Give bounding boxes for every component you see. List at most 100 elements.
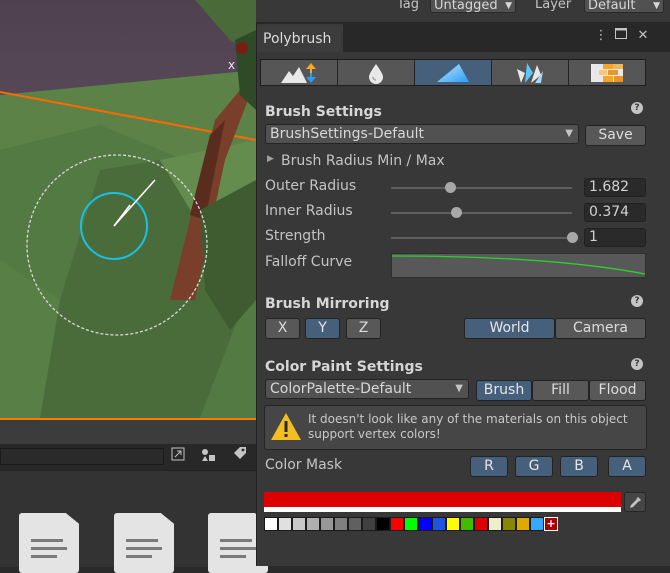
mode-tab-scatter-prefabs[interactable] bbox=[492, 60, 569, 85]
palette-swatch[interactable] bbox=[348, 517, 362, 531]
filter-by-label-icon[interactable] bbox=[230, 447, 250, 467]
chevron-down-icon: ▼ bbox=[653, 1, 660, 11]
mode-toolbar bbox=[260, 59, 646, 86]
palette-swatch[interactable] bbox=[306, 517, 320, 531]
mirror-camera-button[interactable]: Camera bbox=[555, 318, 646, 339]
palette-swatch[interactable] bbox=[474, 517, 488, 531]
inner-radius-slider-handle[interactable] bbox=[450, 207, 462, 218]
mirror-z-button[interactable]: Z bbox=[346, 318, 381, 339]
layer-label: Layer bbox=[535, 0, 572, 12]
palette-swatch[interactable] bbox=[432, 517, 446, 531]
falloff-curve-graph bbox=[391, 255, 646, 275]
mode-tab-smooth[interactable] bbox=[338, 60, 415, 85]
mode-tab-paint-vertex-colors[interactable] bbox=[415, 60, 492, 85]
palette-swatch[interactable] bbox=[418, 517, 432, 531]
brush-settings-title: Brush Settings bbox=[265, 104, 382, 120]
water-drop-icon bbox=[369, 63, 383, 84]
palette-swatch[interactable] bbox=[362, 517, 376, 531]
polybrush-window: Polybrush ⋮ ✕ Brush Settings ? BrushSett… bbox=[256, 22, 670, 566]
color-palette-swatches: + bbox=[264, 517, 558, 531]
palette-swatch[interactable] bbox=[488, 517, 502, 531]
brush-mirroring-title: Brush Mirroring bbox=[265, 296, 390, 312]
color-paint-settings-title: Color Paint Settings bbox=[265, 359, 423, 375]
eyedropper-button[interactable] bbox=[624, 492, 646, 512]
foldout-arrow-icon[interactable]: ▶ bbox=[267, 154, 274, 164]
inner-radius-slider-track[interactable] bbox=[391, 212, 572, 214]
scene-view[interactable]: x bbox=[0, 0, 256, 418]
outer-radius-slider-track[interactable] bbox=[391, 187, 572, 189]
mode-tab-paint-textures[interactable] bbox=[569, 60, 645, 85]
palette-swatch[interactable] bbox=[404, 517, 418, 531]
warning-icon bbox=[271, 413, 301, 440]
current-color-field[interactable] bbox=[264, 492, 621, 507]
mask-b-toggle[interactable]: B bbox=[560, 456, 598, 477]
inner-radius-field[interactable]: 0.374 bbox=[584, 203, 646, 222]
palette-swatch[interactable] bbox=[376, 517, 390, 531]
help-icon[interactable]: ? bbox=[631, 295, 643, 307]
chevron-down-icon: ▼ bbox=[565, 128, 573, 139]
outer-radius-label: Outer Radius bbox=[265, 178, 357, 194]
palette-swatch[interactable] bbox=[292, 517, 306, 531]
sculpt-icon bbox=[281, 62, 316, 83]
current-color-alpha-bar bbox=[264, 507, 621, 512]
falloff-curve-label: Falloff Curve bbox=[265, 254, 353, 270]
strength-slider-track[interactable] bbox=[391, 237, 572, 239]
mirror-y-button[interactable]: Y bbox=[305, 318, 340, 339]
warning-message: It doesn't look like any of the material… bbox=[308, 412, 628, 441]
search-by-type-icon[interactable] bbox=[168, 447, 188, 467]
add-swatch-button[interactable]: + bbox=[544, 517, 558, 531]
maximize-icon[interactable] bbox=[613, 27, 629, 45]
paint-mode-flood-button[interactable]: Flood bbox=[589, 380, 646, 401]
mirror-x-button[interactable]: X bbox=[265, 318, 300, 339]
mask-g-toggle[interactable]: G bbox=[515, 456, 553, 477]
filter-by-type-icon[interactable] bbox=[198, 447, 218, 467]
palette-swatch[interactable] bbox=[460, 517, 474, 531]
strength-slider-handle[interactable] bbox=[566, 232, 578, 243]
palette-swatch[interactable] bbox=[320, 517, 334, 531]
palette-swatch[interactable] bbox=[390, 517, 404, 531]
palette-swatch[interactable] bbox=[502, 517, 516, 531]
save-button[interactable]: Save bbox=[585, 125, 646, 146]
mask-a-toggle[interactable]: A bbox=[608, 456, 646, 477]
help-icon[interactable]: ? bbox=[631, 102, 643, 114]
scene-gizmo-x-label: x bbox=[228, 58, 236, 72]
eyedropper-icon bbox=[630, 497, 641, 508]
project-search-input[interactable] bbox=[0, 448, 164, 465]
close-icon[interactable]: ✕ bbox=[635, 27, 651, 45]
palette-swatch[interactable] bbox=[334, 517, 348, 531]
script-file-icon[interactable] bbox=[114, 513, 174, 573]
strength-field[interactable]: 1 bbox=[584, 228, 646, 247]
outer-radius-slider-handle[interactable] bbox=[445, 182, 457, 193]
palette-swatch[interactable] bbox=[264, 517, 278, 531]
brush-radius-foldout[interactable]: Brush Radius Min / Max bbox=[281, 153, 445, 169]
palette-swatch[interactable] bbox=[530, 517, 544, 531]
falloff-curve-field[interactable] bbox=[391, 253, 646, 278]
mask-r-toggle[interactable]: R bbox=[470, 456, 508, 477]
chevron-down-icon: ▼ bbox=[505, 1, 512, 11]
scatter-prefab-icon bbox=[517, 62, 543, 83]
mirror-world-button[interactable]: World bbox=[464, 318, 555, 339]
color-mask-label: Color Mask bbox=[265, 457, 343, 473]
strength-label: Strength bbox=[265, 228, 326, 244]
color-palette-dropdown[interactable]: ColorPalette-Default ▼ bbox=[265, 379, 469, 399]
paint-texture-icon bbox=[591, 63, 623, 82]
tag-label: Tag bbox=[397, 0, 420, 12]
palette-swatch[interactable] bbox=[516, 517, 530, 531]
paint-mode-brush-button[interactable]: Brush bbox=[476, 380, 532, 401]
palette-swatch[interactable] bbox=[278, 517, 292, 531]
help-icon[interactable]: ? bbox=[631, 358, 643, 370]
outer-radius-field[interactable]: 1.682 bbox=[584, 178, 646, 197]
layer-dropdown[interactable]: Default ▼ bbox=[584, 0, 664, 13]
vertex-color-warning: It doesn't look like any of the material… bbox=[264, 405, 647, 450]
brush-preset-dropdown[interactable]: BrushSettings-Default ▼ bbox=[265, 124, 579, 144]
more-options-icon[interactable]: ⋮ bbox=[593, 27, 609, 45]
scene-view-bottom-bar bbox=[0, 418, 256, 444]
paint-mode-fill-button[interactable]: Fill bbox=[532, 380, 589, 401]
mode-tab-sculpt[interactable] bbox=[261, 60, 338, 85]
palette-swatch[interactable] bbox=[446, 517, 460, 531]
chevron-down-icon: ▼ bbox=[455, 383, 463, 394]
tag-dropdown[interactable]: Untagged ▼ bbox=[430, 0, 516, 13]
polybrush-tab[interactable]: Polybrush bbox=[257, 24, 343, 52]
paint-vertex-icon bbox=[437, 63, 469, 82]
script-file-icon[interactable] bbox=[19, 513, 79, 573]
